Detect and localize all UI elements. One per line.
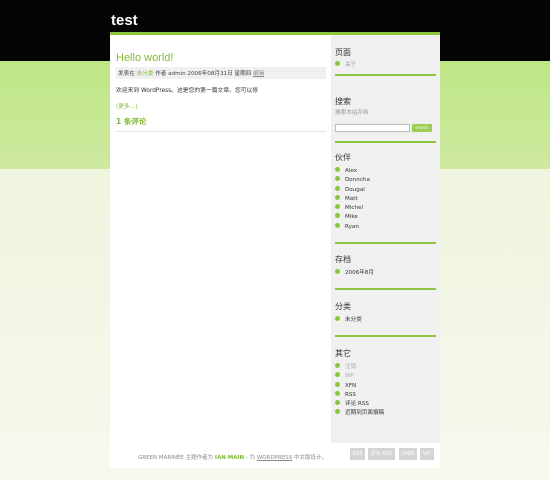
list-item[interactable]: Matt xyxy=(335,194,436,204)
list-item[interactable]: Alex xyxy=(335,167,436,176)
widget-title-archives: 存档 xyxy=(335,255,351,264)
read-more-link[interactable]: (更多...) xyxy=(116,101,326,110)
search-input[interactable] xyxy=(335,124,410,132)
search-button[interactable]: search xyxy=(412,124,432,132)
bullet-icon xyxy=(335,213,340,219)
comments-rss-badge[interactable]: 评论 RSS xyxy=(368,448,395,460)
meta-author-date: 作者 admin 2006年08月31日 星期四 xyxy=(155,71,252,77)
rss-badge[interactable]: RSS xyxy=(350,448,365,460)
search-description: 搜索本站存档 xyxy=(335,110,369,116)
bullet-icon xyxy=(335,185,340,191)
post-body: 欢迎来到 WordPress。这是您的第一篇文章。您可以修 xyxy=(116,88,259,94)
list-item[interactable]: 注销 xyxy=(335,363,436,372)
site-title[interactable]: test xyxy=(111,12,138,29)
bullet-icon xyxy=(335,316,340,321)
widget-divider xyxy=(335,74,436,77)
post-meta: 发表在 未分类 作者 admin 2006年08月31日 星期四 编辑 xyxy=(116,67,326,79)
page-container: Hello world! 发表在 未分类 作者 admin 2006年08月31… xyxy=(110,32,440,468)
edit-link[interactable]: 编辑 xyxy=(253,71,264,77)
post-category-link[interactable]: 未分类 xyxy=(137,71,154,77)
sidebar: 页面 关于 搜索 搜索本站存档 search 伙伴 Alex Donncha D… xyxy=(331,35,440,443)
comments-link[interactable]: 1 条评论 xyxy=(116,116,326,127)
pages-list: 关于 xyxy=(335,61,436,70)
list-item[interactable]: Ryan xyxy=(335,222,436,232)
bullet-icon xyxy=(335,222,340,228)
footer-theme: GREEN MARINÉE 主题作者为 xyxy=(138,455,214,461)
bullet-icon xyxy=(335,194,340,200)
bullet-icon xyxy=(335,409,340,415)
widget-categories: 分类 未分类 xyxy=(335,301,436,338)
widget-divider xyxy=(335,288,436,291)
list-item[interactable]: 2006年8月 xyxy=(335,269,436,278)
bullet-icon xyxy=(335,363,340,368)
bullet-icon xyxy=(335,381,340,387)
search-form: search xyxy=(335,124,436,133)
widget-divider xyxy=(335,335,436,338)
bullet-icon xyxy=(335,61,340,66)
widget-title-categories: 分类 xyxy=(335,302,351,311)
list-item[interactable]: WP xyxy=(335,372,436,381)
widget-blogroll: 伙伴 Alex Donncha Dougal Matt Michel Mike … xyxy=(335,152,436,245)
footer-suffix: 中文版设计。 xyxy=(294,455,328,461)
footer-wordpress-link[interactable]: WORDPRESS xyxy=(257,455,292,461)
footer-credit: GREEN MARINÉE 主题作者为 IAN MAIN - 为 WORDPRE… xyxy=(138,453,327,461)
widget-title-meta: 其它 xyxy=(335,349,351,358)
widget-title-search: 搜索 xyxy=(335,97,351,106)
widget-archives: 存档 2006年8月 xyxy=(335,254,436,291)
footer-sep: - 为 xyxy=(244,455,256,461)
list-item[interactable]: 关于 xyxy=(335,61,436,70)
widget-search: 搜索 搜索本站存档 search xyxy=(335,96,436,143)
bullet-icon xyxy=(335,269,340,274)
widget-divider xyxy=(335,242,436,245)
bullet-icon xyxy=(335,372,340,378)
list-item[interactable]: 评论 RSS xyxy=(335,400,436,409)
list-item[interactable]: Donncha xyxy=(335,176,436,185)
list-item[interactable]: 未分类 xyxy=(335,316,436,325)
bullet-icon xyxy=(335,204,340,210)
meta-list: 注销 WP XFN RSS 评论 RSS 近期到页面撰稿 xyxy=(335,363,436,419)
widget-pages: 页面 关于 xyxy=(335,47,436,77)
archives-list: 2006年8月 xyxy=(335,269,436,278)
bullet-icon xyxy=(335,167,340,172)
footer-author-link[interactable]: IAN MAIN xyxy=(215,455,244,461)
meta-prefix: 发表在 xyxy=(118,71,135,77)
list-item[interactable]: RSS xyxy=(335,390,436,400)
wp-badge[interactable]: WP xyxy=(420,448,434,460)
list-item[interactable]: 近期到页面撰稿 xyxy=(335,409,436,418)
list-item[interactable]: Dougal xyxy=(335,185,436,195)
widget-title-blogroll: 伙伴 xyxy=(335,153,351,162)
bullet-icon xyxy=(335,400,340,406)
content-divider xyxy=(116,131,326,132)
categories-list: 未分类 xyxy=(335,316,436,325)
bullet-icon xyxy=(335,390,340,396)
widget-meta: 其它 注销 WP XFN RSS 评论 RSS 近期到页面撰稿 xyxy=(335,348,436,419)
widget-title-pages: 页面 xyxy=(335,48,351,57)
list-item[interactable]: Michel xyxy=(335,204,436,213)
xmin-badge[interactable]: XMIN xyxy=(399,448,417,460)
list-item[interactable]: XFN xyxy=(335,381,436,391)
bullet-icon xyxy=(335,176,340,182)
blogroll-list: Alex Donncha Dougal Matt Michel Mike Rya… xyxy=(335,167,436,232)
list-item[interactable]: Mike xyxy=(335,213,436,222)
widget-divider xyxy=(335,141,436,143)
post: Hello world! 发表在 未分类 作者 admin 2006年08月31… xyxy=(116,52,326,127)
post-title[interactable]: Hello world! xyxy=(116,52,326,64)
